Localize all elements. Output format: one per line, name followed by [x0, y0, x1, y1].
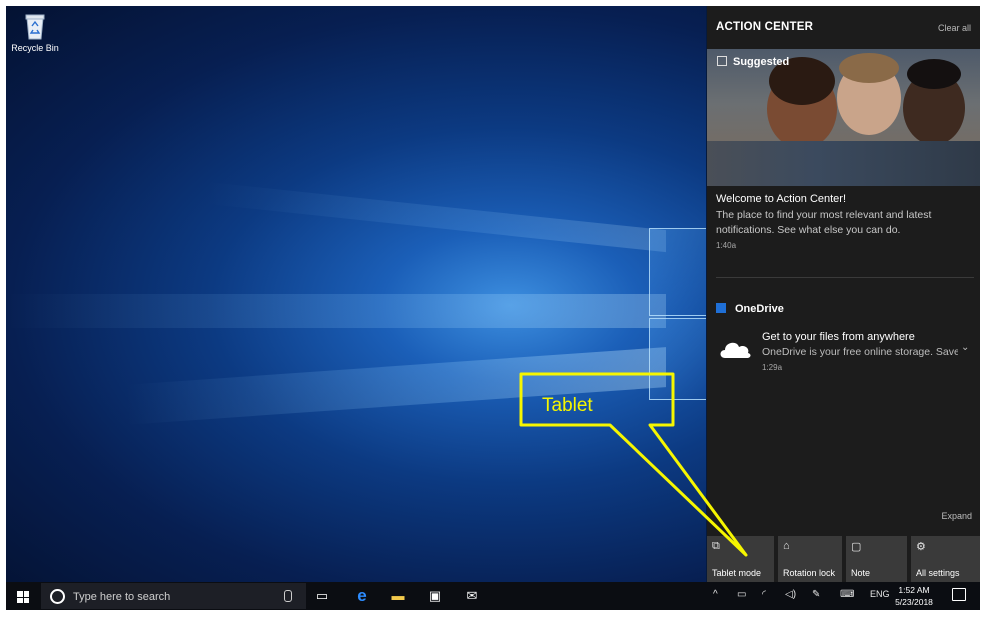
expand-link[interactable]: Expand	[941, 511, 972, 521]
quick-action-rotation-lock[interactable]: ⌂ Rotation lock	[778, 536, 842, 582]
rotation-lock-icon: ⌂	[783, 540, 790, 552]
show-hidden-icons-chevron[interactable]: ^	[713, 589, 718, 600]
windows-start-button[interactable]	[17, 591, 29, 603]
recycle-bin-icon	[25, 14, 45, 40]
onedrive-app-icon	[716, 303, 726, 313]
language-indicator[interactable]: ENG	[870, 589, 890, 599]
desktop-wallpaper: Recycle Bin	[6, 6, 706, 582]
battery-icon[interactable]: ▭	[737, 589, 746, 600]
quick-action-label: Note	[851, 568, 871, 578]
desktop-icon-recycle-bin[interactable]: Recycle Bin	[8, 12, 62, 53]
taskbar: ▭ e ▬ ▣ ✉ ^ ▭ ◜ ◁) ✎ ⌨ ENG 1:52 AM 5/23/…	[6, 582, 980, 610]
search-input[interactable]	[71, 587, 275, 607]
mail-icon[interactable]: ✉	[461, 587, 483, 605]
notification-time: 1:40a	[716, 241, 737, 250]
suggested-promo-image	[707, 49, 980, 186]
callout-label: Tablet	[542, 395, 593, 416]
action-center-title: ACTION CENTER	[716, 21, 814, 33]
volume-icon[interactable]: ◁)	[785, 589, 796, 600]
clock-time: 1:52 AM	[898, 585, 930, 595]
cortana-icon	[50, 589, 65, 604]
pen-workspace-icon[interactable]: ✎	[812, 589, 820, 600]
file-explorer-icon[interactable]: ▬	[387, 587, 409, 605]
task-view-icon[interactable]: ▭	[311, 587, 333, 605]
taskbar-clock[interactable]: 1:52 AM 5/23/2018	[894, 584, 934, 608]
onedrive-app-label: OneDrive	[735, 303, 784, 315]
notification-title[interactable]: Welcome to Action Center!	[716, 193, 846, 205]
edge-icon[interactable]: e	[351, 587, 373, 605]
notification-time: 1:29a	[762, 363, 783, 372]
notification-body[interactable]: OneDrive is your free online storage. Sa…	[762, 346, 958, 358]
onedrive-group-header: OneDrive	[716, 303, 784, 315]
notification-body[interactable]: The place to find your most relevant and…	[716, 208, 971, 238]
suggested-icon	[717, 56, 727, 66]
suggested-header: Suggested	[717, 56, 789, 68]
wifi-icon[interactable]: ◜	[762, 589, 766, 600]
screen: Recycle Bin ACTION CENTER Clear all Sugg…	[6, 6, 980, 610]
clock-date: 5/23/2018	[895, 597, 933, 607]
taskbar-search-box[interactable]	[41, 583, 306, 609]
clear-all-link[interactable]: Clear all	[938, 23, 971, 33]
divider	[716, 277, 974, 278]
store-icon[interactable]: ▣	[424, 587, 446, 605]
microphone-icon[interactable]	[284, 590, 292, 602]
quick-action-label: Tablet mode	[712, 568, 762, 578]
suggested-label: Suggested	[733, 56, 790, 68]
action-center-notification-icon[interactable]	[952, 588, 966, 601]
chevron-down-icon[interactable]: ⌄	[961, 342, 969, 353]
quick-action-label: All settings	[916, 568, 960, 578]
tablet-mode-icon: ⧉	[712, 540, 720, 552]
quick-action-label: Rotation lock	[783, 568, 836, 578]
gear-icon: ⚙	[916, 541, 926, 553]
quick-action-note[interactable]: ▢ Note	[846, 536, 907, 582]
note-icon: ▢	[851, 541, 862, 553]
notification-title[interactable]: Get to your files from anywhere	[762, 331, 915, 343]
touch-keyboard-icon[interactable]: ⌨	[840, 589, 854, 600]
action-center-panel: ACTION CENTER Clear all Suggested Welcom…	[707, 6, 980, 582]
desktop-icon-label: Recycle Bin	[11, 43, 59, 53]
quick-action-tablet-mode[interactable]: ⧉ Tablet mode	[707, 536, 774, 582]
cloud-icon	[720, 342, 751, 358]
quick-action-all-settings[interactable]: ⚙ All settings	[911, 536, 980, 582]
